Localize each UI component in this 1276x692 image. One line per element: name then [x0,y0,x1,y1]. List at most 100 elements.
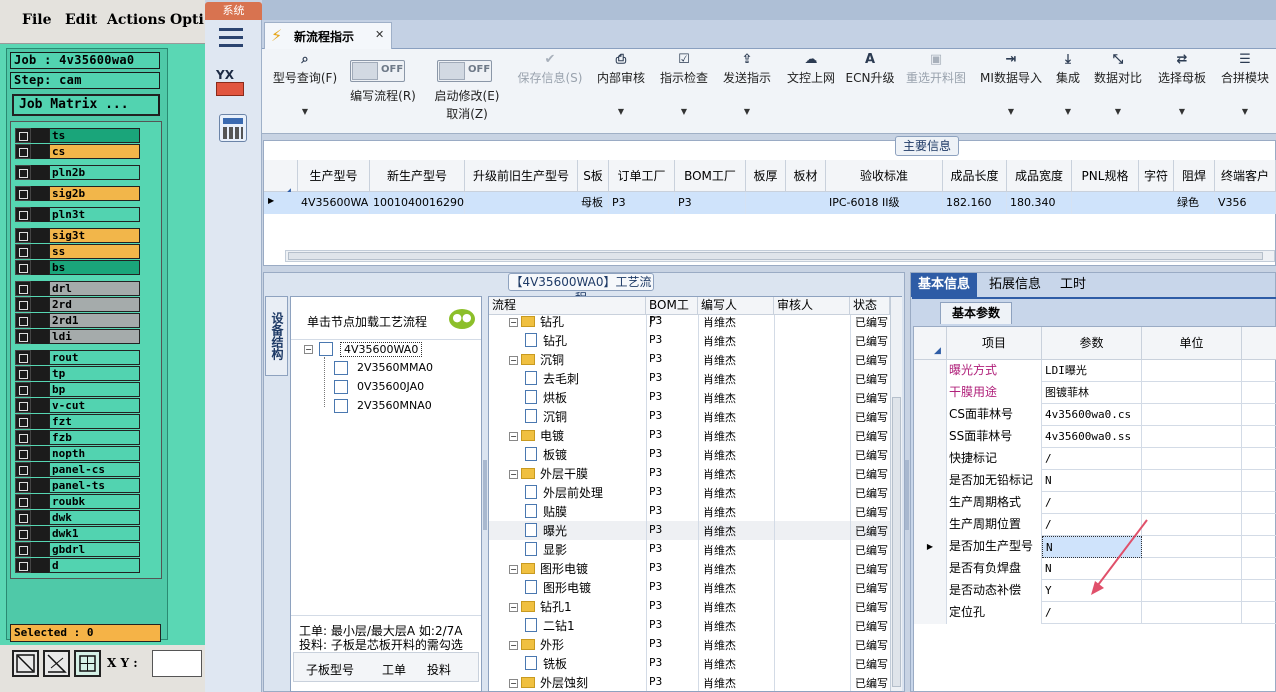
layer-row[interactable]: dwk1 [15,526,140,541]
merge-module-button[interactable]: ☰ 合拼模块 ▼ [1216,49,1274,133]
node-checkbox[interactable] [334,380,348,394]
list-item[interactable]: 曝光 P3 肖维杰 已编写 [489,521,891,540]
edit-flow-toggle[interactable]: OFF [350,60,405,82]
collapse-icon[interactable]: − [509,603,518,612]
row-selector[interactable] [914,382,947,404]
vertical-scrollbar[interactable] [890,297,902,691]
layer-checkbox[interactable] [15,494,31,509]
row-selector[interactable] [914,448,947,470]
param-value[interactable]: N [1042,470,1142,492]
tree-node-root[interactable]: 4V35600WA0 [340,342,423,357]
layer-affected-flag[interactable] [31,542,49,557]
layer-affected-flag[interactable] [31,313,49,328]
layer-affected-flag[interactable] [31,244,49,259]
list-item[interactable]: − 图形电镀 P3 肖维杰 已编写 [489,559,891,578]
collapse-icon[interactable]: − [509,318,518,327]
row-selector[interactable] [914,580,947,602]
layer-checkbox[interactable] [15,297,31,312]
save-info-button[interactable]: ✔ 保存信息(S) [512,49,588,133]
layer-checkbox[interactable] [15,260,31,275]
table-cell[interactable]: P3 [609,192,675,214]
list-item[interactable]: 图形电镀 P3 肖维杰 已编写 [489,578,891,597]
layer-checkbox[interactable] [15,414,31,429]
table-row[interactable]: 快捷标记 / [914,448,1276,470]
data-compare-button[interactable]: ⤡ 数据对比 ▼ [1090,49,1146,133]
layer-checkbox[interactable] [15,478,31,493]
table-cell[interactable]: 4V35600WA0 [298,192,370,214]
param-unit[interactable] [1142,602,1242,624]
layer-affected-flag[interactable] [31,430,49,445]
layer-affected-flag[interactable] [31,446,49,461]
layer-row[interactable]: panel-cs [15,462,140,477]
table-cell[interactable]: 10010400162901 [370,192,465,214]
table-row[interactable]: 定位孔 / [914,602,1276,624]
layer-row[interactable]: d [15,558,140,573]
column-header[interactable]: 阻焊 [1174,160,1215,192]
param-value[interactable]: 4v35600wa0.ss [1042,426,1142,448]
param-unit[interactable] [1142,514,1242,536]
column-header[interactable]: 升级前旧生产型号 [465,160,578,192]
layer-row[interactable]: fzt [15,414,140,429]
column-header[interactable]: 新生产型号 [370,160,465,192]
grid-button[interactable] [74,650,101,677]
internal-review-button[interactable]: ⎙ 内部审核 ▼ [592,49,650,133]
layer-checkbox[interactable] [15,446,31,461]
list-item[interactable]: − 外层蚀刻 P3 肖维杰 已编写 [489,673,891,691]
param-unit[interactable] [1142,360,1242,382]
layer-row[interactable]: bp [15,382,140,397]
collapse-icon[interactable]: − [509,470,518,479]
list-item[interactable]: 去毛刺 P3 肖维杰 已编写 [489,369,891,388]
layer-affected-flag[interactable] [31,478,49,493]
collapse-icon[interactable]: − [509,356,518,365]
layer-row[interactable]: rout [15,350,140,365]
node-checkbox[interactable] [319,342,333,356]
layer-row[interactable]: v-cut [15,398,140,413]
layer-checkbox[interactable] [15,462,31,477]
node-checkbox[interactable] [334,399,348,413]
row-selector[interactable] [914,426,947,448]
layer-affected-flag[interactable] [31,526,49,541]
table-cell[interactable]: 182.160 [943,192,1007,214]
tab-extended-info[interactable]: 拓展信息 [982,273,1048,297]
layer-row[interactable]: dwk [15,510,140,525]
param-unit[interactable] [1142,404,1242,426]
param-unit[interactable] [1142,536,1242,558]
menu-options[interactable]: Opti [170,12,204,28]
layer-checkbox[interactable] [15,398,31,413]
list-item[interactable]: 外层前处理 P3 肖维杰 已编写 [489,483,891,502]
table-cell[interactable]: V356 [1215,192,1276,214]
layer-checkbox[interactable] [15,350,31,365]
layer-row[interactable]: ts [15,128,140,143]
job-matrix-button[interactable]: Job Matrix ... [12,94,160,116]
table-cell[interactable]: IPC-6018 II级 [826,192,943,214]
column-header[interactable]: 字符 [1139,160,1174,192]
splitter-handle[interactable] [483,460,487,530]
layer-row[interactable]: bs [15,260,140,275]
layer-affected-flag[interactable] [31,366,49,381]
param-unit[interactable] [1142,470,1242,492]
layer-row[interactable]: ldi [15,329,140,344]
tab-basic-params[interactable]: 基本参数 [940,302,1012,324]
layer-checkbox[interactable] [15,144,31,159]
layer-row[interactable]: sig3t [15,228,140,243]
layer-checkbox[interactable] [15,329,31,344]
layer-row[interactable]: cs [15,144,140,159]
layer-affected-flag[interactable] [31,382,49,397]
column-header[interactable]: 生产型号 [298,160,370,192]
row-selector[interactable] [914,360,947,382]
layer-affected-flag[interactable] [31,144,49,159]
layer-checkbox[interactable] [15,558,31,573]
zoom-area-button[interactable] [12,650,39,677]
column-header[interactable]: 板厚 [746,160,786,192]
menu-icon[interactable] [219,28,243,48]
layer-affected-flag[interactable] [31,558,49,573]
upload-doc-button[interactable]: ☁ 文控上网 [782,49,840,133]
layer-row[interactable]: pln3t [15,207,140,222]
layer-affected-flag[interactable] [31,297,49,312]
layer-checkbox[interactable] [15,128,31,143]
layer-affected-flag[interactable] [31,165,49,180]
param-unit[interactable] [1142,580,1242,602]
column-header[interactable]: 成品长度 [943,160,1007,192]
layer-row[interactable]: 2rd1 [15,313,140,328]
select-all-corner[interactable]: ◢ [264,160,298,197]
